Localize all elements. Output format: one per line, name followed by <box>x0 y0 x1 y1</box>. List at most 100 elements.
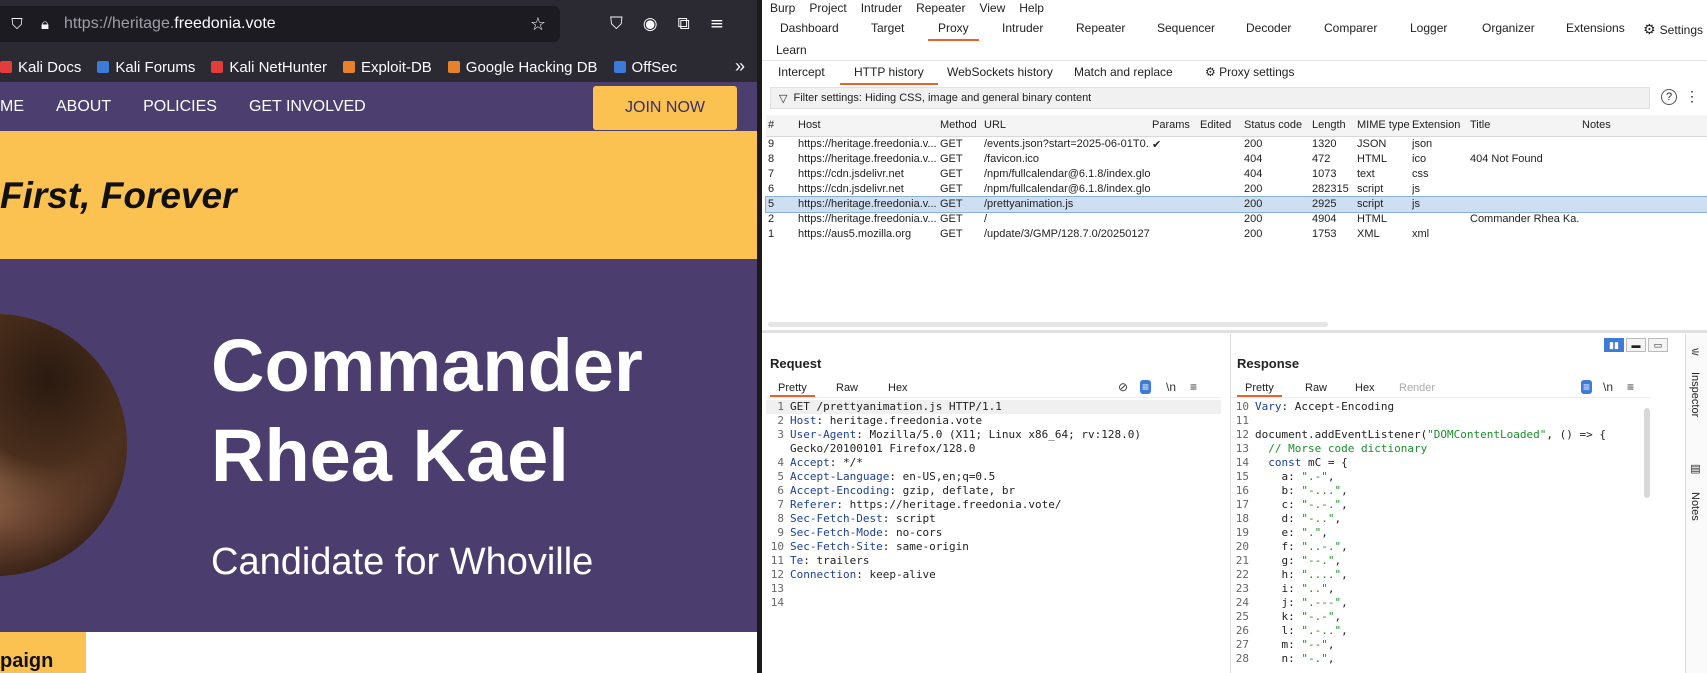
column-header[interactable]: Title <box>1470 119 1490 131</box>
tab-intruder[interactable]: Intruder <box>1002 21 1043 35</box>
table-row[interactable]: 7 https://cdn.jsdelivr.net GET/npm/fullcal… <box>766 167 1707 182</box>
url-text[interactable]: https://heritage.freedonia.vote <box>64 15 276 33</box>
column-header[interactable]: Length <box>1312 119 1346 131</box>
pocket-icon[interactable]: ⛉ <box>610 14 623 34</box>
bookmark-item[interactable]: Exploit-DB <box>342 59 432 76</box>
campaign-label: paign <box>0 632 86 673</box>
lock-icon[interactable]: 🔒︎ <box>34 15 56 33</box>
menu-item[interactable]: Intruder <box>861 1 902 15</box>
proxy-settings-button[interactable]: ⚙ Proxy settings <box>1205 65 1294 79</box>
newline-toggle[interactable]: \n <box>1166 380 1176 394</box>
column-header[interactable]: Notes <box>1582 119 1611 131</box>
code-plain: , <box>1327 638 1335 651</box>
menu-item[interactable]: Help <box>1019 1 1044 15</box>
column-header[interactable]: MIME type <box>1357 119 1410 131</box>
chevron-more-icon[interactable]: » <box>735 56 745 77</box>
filter-bar[interactable]: ▽ Filter settings: Hiding CSS, image and… <box>770 87 1650 109</box>
tab-proxy[interactable]: Proxy <box>928 21 979 41</box>
column-header[interactable]: Method <box>940 119 977 131</box>
column-header[interactable]: # <box>768 119 774 131</box>
tab-pretty[interactable]: Pretty <box>770 382 815 397</box>
tab-pretty[interactable]: Pretty <box>1237 382 1282 397</box>
code-plain: m: <box>1255 638 1302 651</box>
sliders-icon[interactable]: ⚟ <box>1689 346 1702 359</box>
cell-host: https://heritage.freedonia.v... <box>798 138 936 150</box>
request-editor[interactable]: 1 GET /prettyanimation.js HTTP/1.1 2 Host: … <box>766 400 1221 610</box>
wrap-icon[interactable]: ≡ <box>1140 380 1152 394</box>
more-options-icon[interactable]: ⋮ <box>1685 88 1699 105</box>
layout-tabs-icon[interactable]: ▭ <box>1648 338 1668 352</box>
join-now-button[interactable]: JOIN NOW <box>593 86 737 130</box>
column-header[interactable]: Params <box>1152 119 1190 131</box>
tab-websockets-history[interactable]: WebSockets history <box>947 65 1053 79</box>
tab-organizer[interactable]: Organizer <box>1482 21 1535 35</box>
response-editor[interactable]: 10 Vary: Accept-Encoding 11 12 document.addE… <box>1231 400 1650 666</box>
inspector-tab[interactable]: Inspector <box>1689 372 1701 417</box>
tab-hex[interactable]: Hex <box>1355 382 1375 394</box>
menu-item[interactable]: View <box>979 1 1005 15</box>
tab-match-replace[interactable]: Match and replace <box>1074 65 1173 79</box>
bookmark-item[interactable]: Google Hacking DB <box>447 59 598 76</box>
tab-render[interactable]: Render <box>1399 382 1435 394</box>
cell-title: 404 Not Found <box>1470 153 1543 165</box>
table-row[interactable]: 1 https://aus5.mozilla.org GET/update/3/GM… <box>766 227 1707 242</box>
column-header[interactable]: Status code <box>1244 119 1302 131</box>
tab-target[interactable]: Target <box>871 21 904 35</box>
vertical-scrollbar[interactable] <box>1644 408 1650 498</box>
tab-hex[interactable]: Hex <box>888 382 908 394</box>
extensions-icon[interactable]: ⧉ <box>678 14 690 34</box>
tab-extensions[interactable]: Extensions <box>1566 21 1625 35</box>
wrap-icon[interactable]: ≡ <box>1581 380 1593 394</box>
address-bar[interactable]: ⛉ 🔒︎ https://heritage.freedonia.vote ☆ <box>0 6 560 42</box>
menu-item[interactable]: Repeater <box>916 1 965 15</box>
horizontal-scrollbar[interactable] <box>768 322 1328 327</box>
bookmark-item[interactable]: OffSec <box>613 59 677 76</box>
table-row[interactable]: 9 https://heritage.freedonia.v... GET/even… <box>766 137 1707 152</box>
settings-button[interactable]: ⚙ Settings <box>1643 21 1703 38</box>
shield-icon[interactable]: ⛉ <box>6 15 28 33</box>
help-icon[interactable]: ? <box>1661 89 1677 105</box>
menu-icon[interactable]: ≡ <box>710 14 724 34</box>
menu-icon[interactable]: ≡ <box>1627 380 1634 394</box>
nav-item-get-involved[interactable]: GET INVOLVED <box>249 98 366 116</box>
nav-item-about[interactable]: ABOUT <box>56 98 111 116</box>
tab-intercept[interactable]: Intercept <box>778 65 825 79</box>
nav-item-home[interactable]: ME <box>0 98 24 116</box>
column-header[interactable]: Host <box>798 119 821 131</box>
table-row[interactable]: 6 https://cdn.jsdelivr.net GET/npm/fullcal… <box>766 182 1707 197</box>
tab-decoder[interactable]: Decoder <box>1246 21 1291 35</box>
column-header[interactable]: Extension <box>1412 119 1460 131</box>
bookmark-item[interactable]: Kali Forums <box>97 59 195 76</box>
tab-sequencer[interactable]: Sequencer <box>1157 21 1215 35</box>
code-line: 15 a: ".-", <box>1231 470 1650 484</box>
newline-toggle[interactable]: \n <box>1603 380 1613 394</box>
bookmark-item[interactable]: Kali NetHunter <box>211 59 327 76</box>
column-header[interactable]: URL <box>984 119 1006 131</box>
menu-icon[interactable]: ≡ <box>1190 380 1197 394</box>
notes-tab[interactable]: Notes <box>1689 492 1701 521</box>
bookmark-label: Kali Docs <box>18 58 82 76</box>
table-row[interactable]: 8 https://heritage.freedonia.v... GET/favi… <box>766 152 1707 167</box>
bookmark-star-icon[interactable]: ☆ <box>530 14 546 35</box>
account-icon[interactable]: ◉ <box>643 14 658 34</box>
hide-icon[interactable]: ⊘ <box>1118 380 1128 394</box>
tab-logger[interactable]: Logger <box>1410 21 1447 35</box>
column-header[interactable]: Edited <box>1200 119 1231 131</box>
tab-raw[interactable]: Raw <box>1305 382 1327 394</box>
cell-url: / <box>984 213 988 225</box>
pane-splitter[interactable] <box>762 330 1707 333</box>
notes-icon[interactable]: ▤ <box>1689 462 1702 475</box>
tab-learn[interactable]: Learn <box>776 43 807 57</box>
bookmark-item[interactable]: Kali Docs <box>0 59 81 76</box>
nav-item-policies[interactable]: POLICIES <box>143 98 217 116</box>
table-row[interactable]: 2 https://heritage.freedonia.v... GET / 200 4… <box>766 212 1707 227</box>
tab-http-history[interactable]: HTTP history <box>840 65 938 85</box>
cell-mime: HTML <box>1357 213 1387 225</box>
tab-repeater[interactable]: Repeater <box>1076 21 1125 35</box>
menu-item[interactable]: Burp <box>770 1 795 15</box>
table-row[interactable]: 5 https://heritage.freedonia.v... GET/pret… <box>765 196 1707 213</box>
menu-item[interactable]: Project <box>809 1 846 15</box>
tab-comparer[interactable]: Comparer <box>1324 21 1377 35</box>
tab-dashboard[interactable]: Dashboard <box>780 21 839 35</box>
tab-raw[interactable]: Raw <box>836 382 858 394</box>
